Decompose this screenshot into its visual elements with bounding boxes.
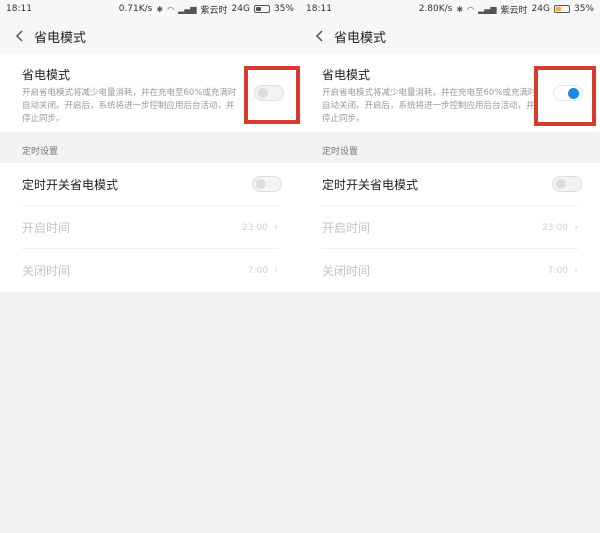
open-time-value: 23:00 bbox=[242, 222, 268, 233]
highlight-box-left bbox=[244, 66, 300, 124]
close-time-row[interactable]: 关闭时间 7:00 › bbox=[300, 249, 600, 292]
page-header: 省电模式 bbox=[300, 18, 600, 54]
status-time: 18:11 bbox=[6, 4, 32, 14]
page-title: 省电模式 bbox=[34, 30, 87, 46]
schedule-toggle[interactable] bbox=[552, 176, 582, 192]
power-saving-description: 开启省电模式将减少电量消耗，并在充电至60%或充满时自动关闭。开启后，系统将进一… bbox=[322, 88, 537, 124]
chevron-right-icon: › bbox=[574, 265, 578, 276]
power-saving-label: 省电模式 bbox=[22, 68, 71, 82]
schedule-toggle[interactable] bbox=[252, 176, 282, 192]
chevron-right-icon: › bbox=[574, 222, 578, 233]
status-bar: 18:11 2.80K/s ✱ ◠ ▂▄▆ 紫云时 24G 35% bbox=[300, 0, 600, 18]
network-speed: 2.80K/s bbox=[418, 4, 453, 14]
section-title: 定时设置 bbox=[22, 147, 59, 157]
open-time-row[interactable]: 开启时间 23:00 › bbox=[0, 206, 300, 249]
network-type: 24G bbox=[231, 4, 250, 14]
schedule-toggle-row: 定时开关省电模式 bbox=[0, 163, 300, 206]
battery-icon bbox=[253, 5, 270, 13]
battery-percent: 35% bbox=[273, 4, 294, 14]
battery-icon bbox=[553, 5, 570, 13]
power-saving-description: 开启省电模式将减少电量消耗，并在充电至60%或充满时自动关闭。开启后，系统将进一… bbox=[22, 88, 237, 124]
page-header: 省电模式 bbox=[0, 18, 300, 54]
network-type: 24G bbox=[531, 4, 550, 14]
schedule-toggle-row: 定时开关省电模式 bbox=[300, 163, 600, 206]
page-title: 省电模式 bbox=[334, 30, 387, 46]
schedule-toggle-label: 定时开关省电模式 bbox=[22, 178, 119, 192]
open-time-label: 开启时间 bbox=[322, 221, 371, 235]
signal-icon: ▂▄▆ bbox=[478, 4, 497, 14]
signal-icon: ▂▄▆ bbox=[178, 4, 197, 14]
battery-percent: 35% bbox=[573, 4, 594, 14]
wifi-icon: ◠ bbox=[167, 4, 175, 14]
highlight-box-right bbox=[534, 66, 596, 126]
close-time-value: 7:00 bbox=[547, 265, 568, 276]
chevron-right-icon: › bbox=[274, 265, 278, 276]
carrier-name: 紫云时 bbox=[500, 5, 528, 16]
close-time-row[interactable]: 关闭时间 7:00 › bbox=[0, 249, 300, 292]
status-bar: 18:11 0.71K/s ✱ ◠ ▂▄▆ 紫云时 24G 35% bbox=[0, 0, 300, 18]
schedule-card: 定时开关省电模式 开启时间 23:00 › 关闭时间 7:00 › bbox=[0, 163, 300, 292]
carrier-name: 紫云时 bbox=[200, 5, 228, 16]
status-time: 18:11 bbox=[306, 4, 332, 14]
close-time-label: 关闭时间 bbox=[322, 264, 371, 278]
close-time-label: 关闭时间 bbox=[22, 264, 71, 278]
bluetooth-icon: ✱ bbox=[156, 4, 164, 14]
section-title: 定时设置 bbox=[322, 147, 359, 157]
open-time-label: 开启时间 bbox=[22, 221, 71, 235]
open-time-row[interactable]: 开启时间 23:00 › bbox=[300, 206, 600, 249]
back-arrow-icon[interactable] bbox=[12, 29, 26, 43]
close-time-value: 7:00 bbox=[247, 265, 268, 276]
network-speed: 0.71K/s bbox=[118, 4, 153, 14]
wifi-icon: ◠ bbox=[467, 4, 475, 14]
open-time-value: 23:00 bbox=[542, 222, 568, 233]
schedule-card: 定时开关省电模式 开启时间 23:00 › 关闭时间 7:00 › bbox=[300, 163, 600, 292]
back-arrow-icon[interactable] bbox=[312, 29, 326, 43]
chevron-right-icon: › bbox=[274, 222, 278, 233]
bluetooth-icon: ✱ bbox=[456, 4, 464, 14]
schedule-toggle-label: 定时开关省电模式 bbox=[322, 178, 419, 192]
